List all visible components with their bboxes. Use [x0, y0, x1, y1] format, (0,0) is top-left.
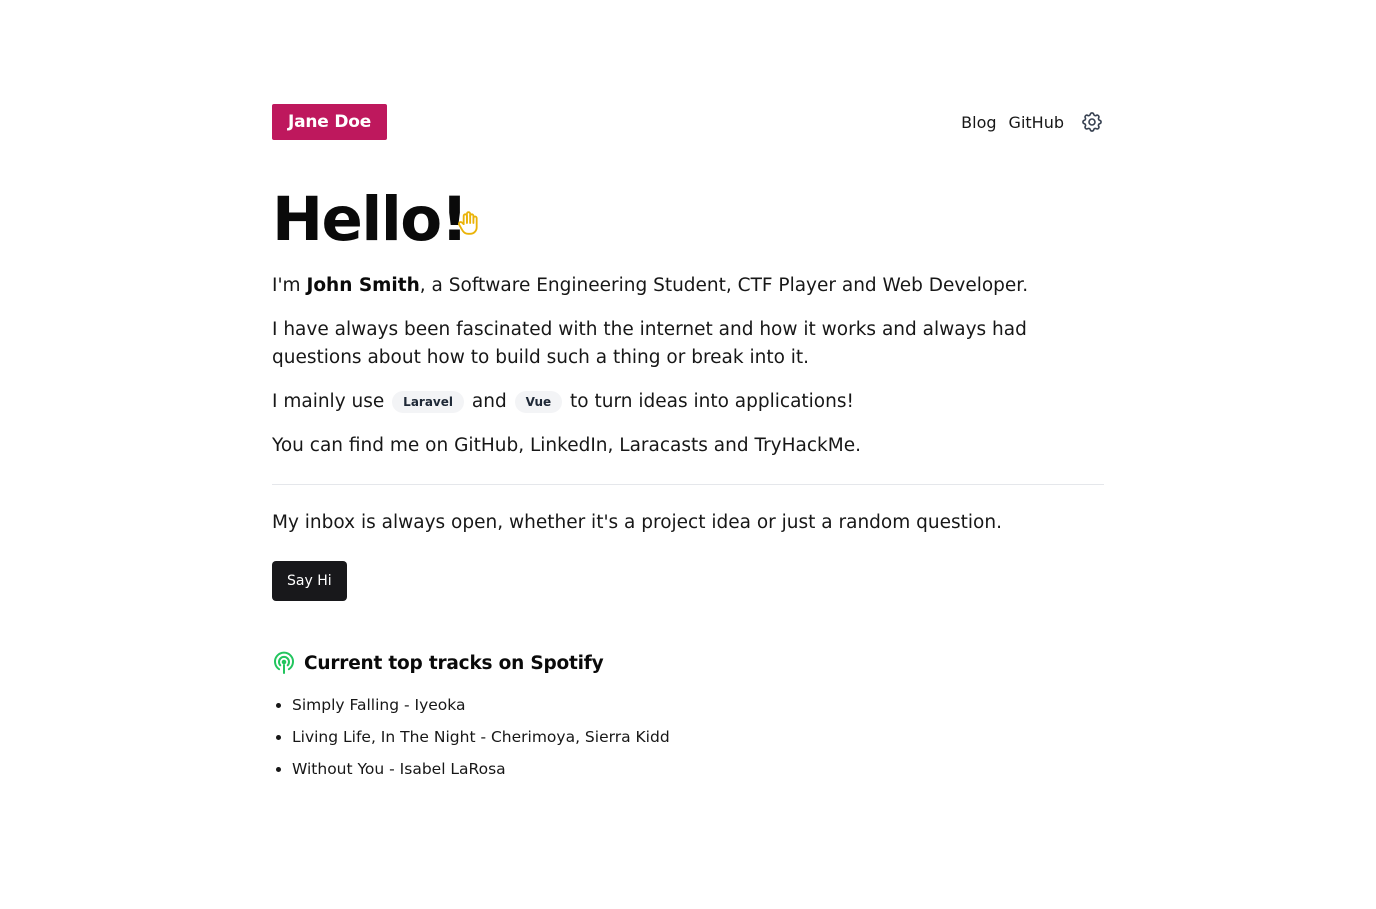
- author-name: John Smith: [306, 275, 420, 296]
- say-hi-button[interactable]: Say Hi: [272, 561, 347, 601]
- page-title: Hello!: [272, 184, 468, 255]
- link-tryhackme[interactable]: TryHackMe: [754, 435, 855, 456]
- top-tracks-list: Simply Falling - Iyeoka Living Life, In …: [272, 693, 670, 789]
- main-nav: Blog GitHub: [961, 104, 1104, 140]
- contact-text: My inbox is always open, whether it's a …: [272, 512, 1002, 533]
- tech-badge-vue: Vue: [514, 391, 563, 413]
- find-suffix: .: [855, 435, 861, 456]
- tools-and: and: [471, 391, 507, 412]
- find-prefix: You can find me on: [272, 435, 455, 456]
- fascination-paragraph: I have always been fascinated with the i…: [272, 319, 1027, 368]
- link-github[interactable]: GitHub: [454, 435, 518, 456]
- podcast-icon: [274, 651, 294, 674]
- track-item: Without You - Isabel LaRosa: [292, 757, 670, 781]
- link-linkedin[interactable]: LinkedIn: [530, 435, 608, 456]
- intro-suffix: , a Software Engineering Student, CTF Pl…: [419, 275, 1029, 296]
- nav-link-blog[interactable]: Blog: [961, 113, 996, 132]
- social-paragraph: You can find me on GitHub, LinkedIn, Lar…: [272, 435, 861, 456]
- site-header: Jane Doe Blog GitHub: [272, 104, 1104, 140]
- brand-logo-button[interactable]: Jane Doe: [272, 104, 388, 140]
- intro-prefix: I'm: [272, 275, 307, 296]
- track-item: Living Life, In The Night - Cherimoya, S…: [292, 725, 670, 749]
- waving-hand-icon: [458, 211, 478, 235]
- tools-paragraph: I mainly use Laravel and Vue to turn ide…: [272, 388, 1072, 416]
- intro-paragraph: I'm John Smith, a Software Engineering S…: [272, 272, 1072, 300]
- track-item: Simply Falling - Iyeoka: [292, 693, 670, 717]
- link-laracasts[interactable]: Laracasts: [619, 435, 708, 456]
- tech-badge-laravel: Laravel: [392, 391, 465, 413]
- tools-prefix: I mainly use: [272, 391, 385, 412]
- gear-icon[interactable]: [1080, 110, 1104, 134]
- tools-suffix: to turn ideas into applications!: [570, 391, 854, 412]
- section-divider: [272, 484, 1104, 485]
- find-and: and: [707, 435, 755, 456]
- spotify-section-heading: Current top tracks on Spotify: [272, 650, 604, 676]
- spotify-heading: Current top tracks on Spotify: [304, 652, 604, 674]
- nav-link-github[interactable]: GitHub: [1009, 113, 1064, 132]
